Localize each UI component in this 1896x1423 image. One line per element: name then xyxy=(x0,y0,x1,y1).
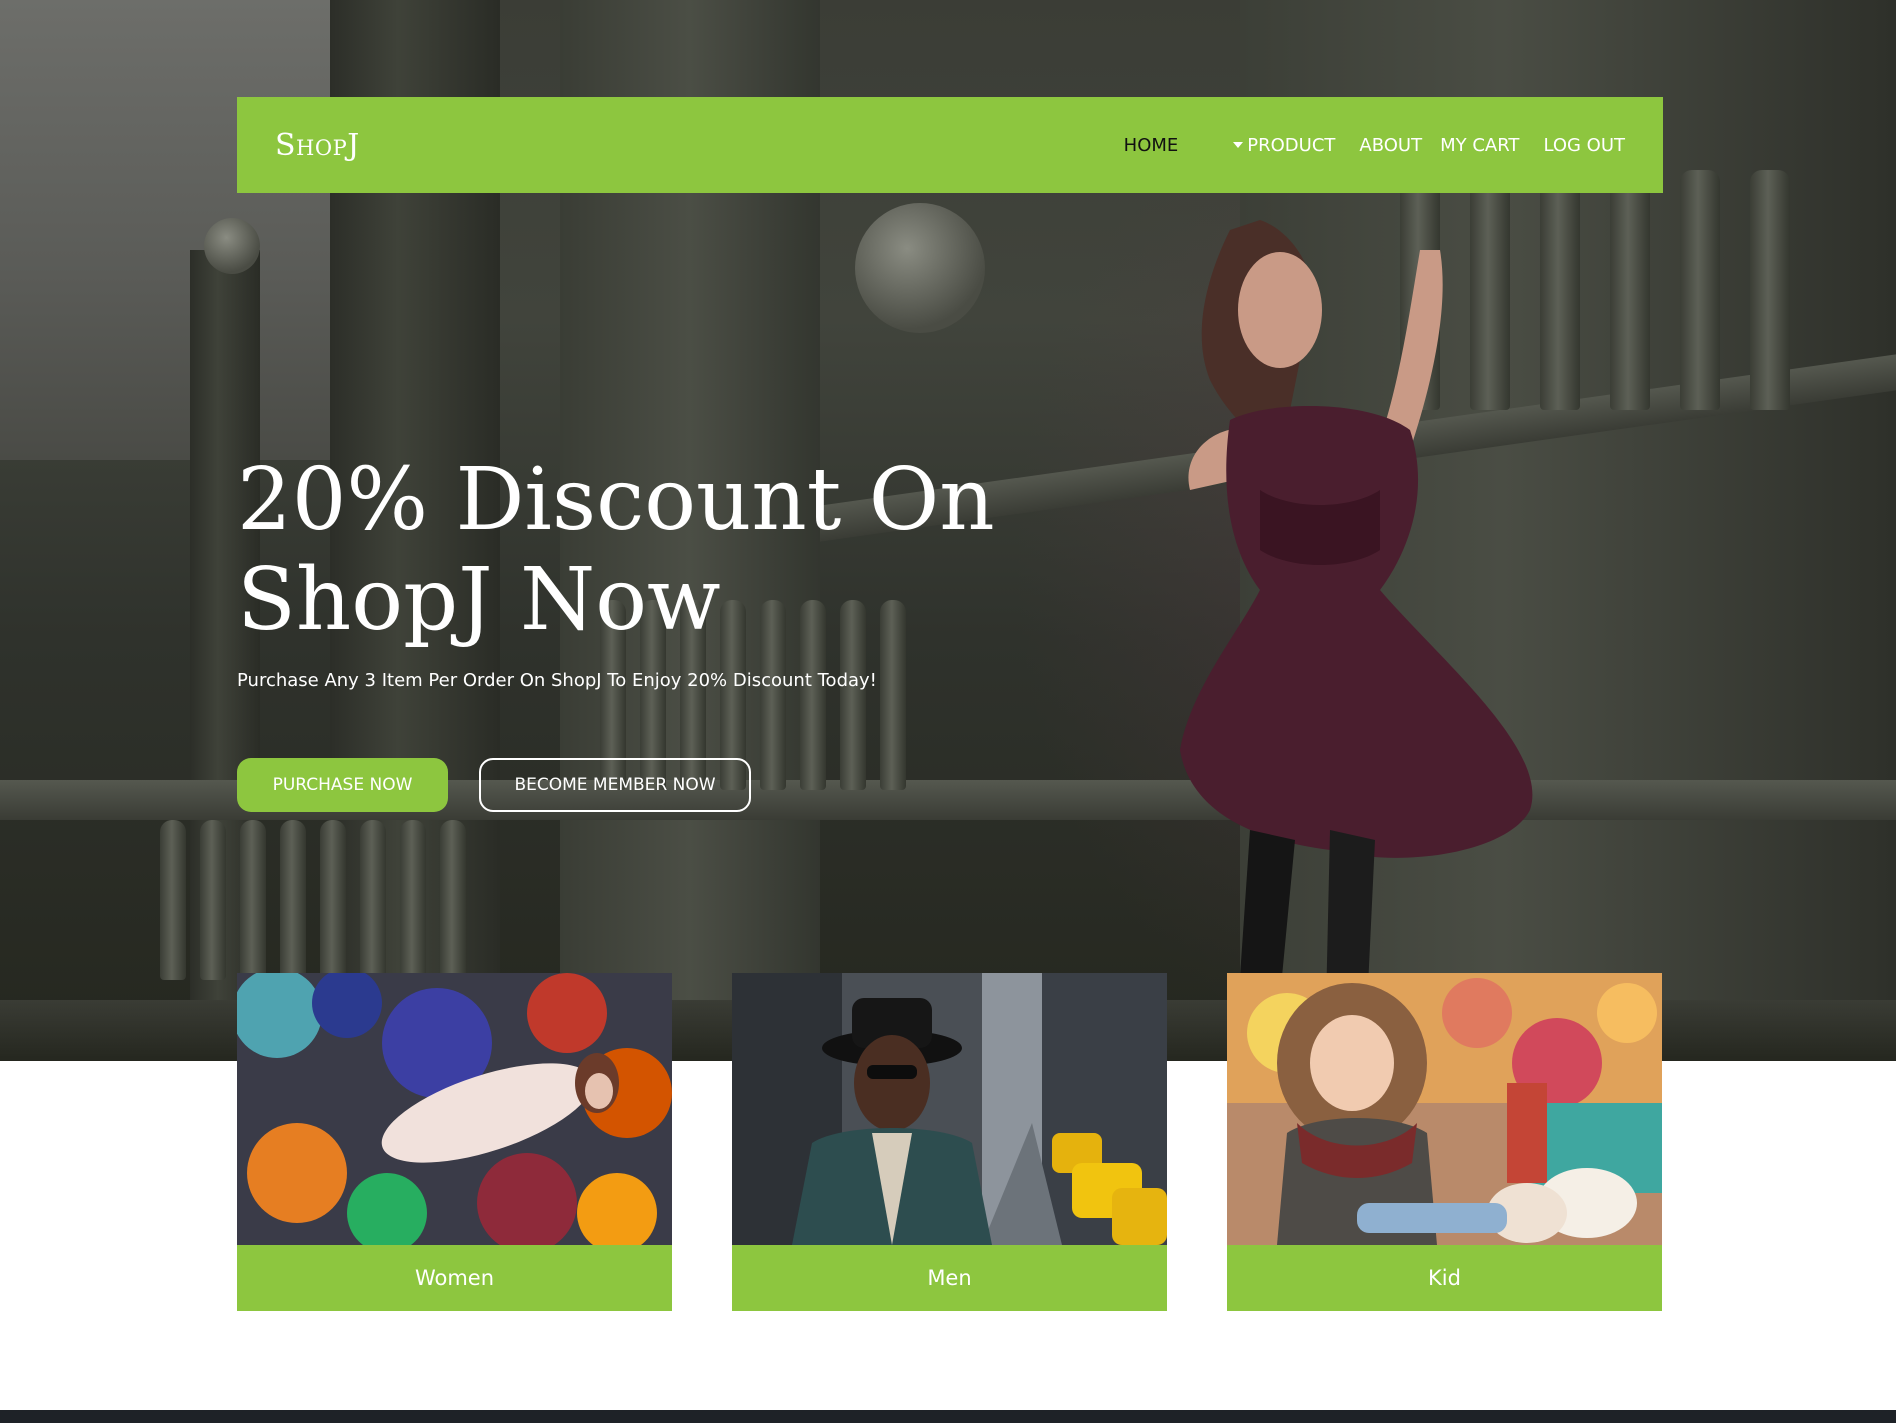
nav-my-cart-label: MY CART xyxy=(1440,134,1520,156)
footer-strip xyxy=(0,1410,1896,1423)
nav-log-out[interactable]: LOG OUT xyxy=(1543,135,1625,156)
hero-balustrade-lower xyxy=(160,820,466,980)
nav-home-label: HOME xyxy=(1123,134,1179,156)
category-card-men[interactable]: Men xyxy=(732,973,1167,1311)
nav-my-cart[interactable]: MY CART xyxy=(1440,135,1519,156)
nav-about[interactable]: ABOUT xyxy=(1359,135,1422,156)
hero-title: 20% Discount On ShopJ Now xyxy=(237,450,997,650)
nav-log-out-label: LOG OUT xyxy=(1543,134,1625,156)
category-women-label: Women xyxy=(237,1245,672,1311)
hero-subtitle: Purchase Any 3 Item Per Order On ShopJ T… xyxy=(237,670,877,691)
top-navbar: ShopJ HOME PRODUCT ABOUT MY CART LOG OUT xyxy=(237,97,1663,193)
become-member-button[interactable]: BECOME MEMBER NOW xyxy=(479,758,751,812)
nav-about-label: ABOUT xyxy=(1359,134,1423,156)
category-kid-image xyxy=(1227,973,1662,1245)
nav-links: HOME PRODUCT ABOUT MY CART LOG OUT xyxy=(1100,135,1625,156)
hero-obelisk-finial xyxy=(204,218,260,274)
purchase-now-button[interactable]: PURCHASE NOW xyxy=(237,758,448,812)
category-women-image xyxy=(237,973,672,1245)
hero-title-line1: 20% Discount On xyxy=(237,450,995,550)
category-kid-label: Kid xyxy=(1227,1245,1662,1311)
nav-product-label: PRODUCT xyxy=(1247,134,1336,156)
nav-product[interactable]: PRODUCT xyxy=(1233,135,1335,156)
brand-logo[interactable]: ShopJ xyxy=(275,128,360,163)
hero-title-line2: ShopJ Now xyxy=(237,550,721,650)
category-card-kid[interactable]: Kid xyxy=(1227,973,1662,1311)
category-men-image xyxy=(732,973,1167,1245)
caret-down-icon xyxy=(1233,142,1244,148)
hero-model-image xyxy=(1180,220,1533,1050)
hero-ball-finial xyxy=(855,203,985,333)
category-men-label: Men xyxy=(732,1245,1167,1311)
category-card-women[interactable]: Women xyxy=(237,973,672,1311)
nav-home[interactable]: HOME xyxy=(1124,135,1179,156)
